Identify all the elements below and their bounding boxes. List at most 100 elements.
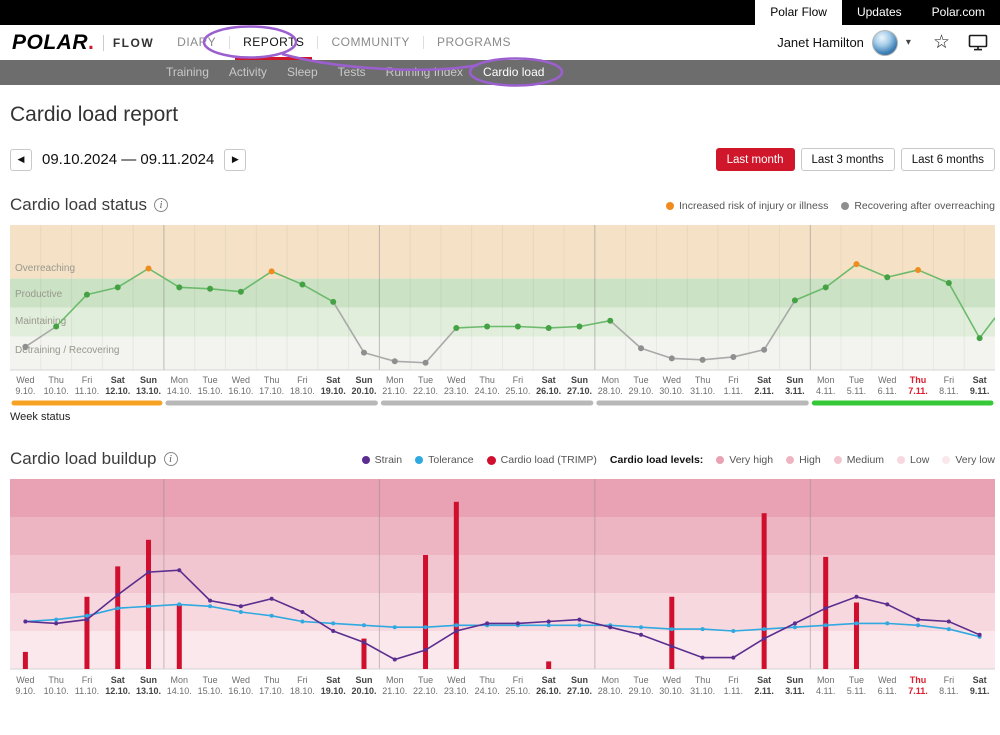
prev-period-button[interactable]: ◀ [10, 149, 32, 171]
svg-text:Mon: Mon [171, 375, 189, 385]
legend-item-tolerance: Tolerance [415, 454, 474, 466]
low-legend-dot [897, 456, 905, 464]
topbar-tab-updates[interactable]: Updates [842, 0, 917, 25]
cardio-load-status-chart[interactable]: OverreachingProductiveMaintainingDetrain… [10, 225, 995, 408]
subnav-cardio-load[interactable]: Cardio load [473, 60, 554, 85]
svg-text:29.10.: 29.10. [629, 386, 654, 396]
info-icon[interactable]: i [154, 198, 168, 212]
legend-label: Very low [955, 454, 995, 466]
nav-reports[interactable]: REPORTS [230, 25, 317, 60]
strain-legend-dot [362, 456, 370, 464]
svg-text:Productive: Productive [15, 289, 63, 300]
svg-text:3.11.: 3.11. [785, 386, 805, 396]
tolerance-legend-dot [415, 456, 423, 464]
svg-text:30.10.: 30.10. [659, 686, 684, 696]
svg-text:Tue: Tue [633, 375, 648, 385]
next-period-button[interactable]: ▶ [224, 149, 246, 171]
status-section-header: Cardio load status i Increased risk of i… [10, 195, 995, 215]
svg-text:19.10.: 19.10. [321, 686, 346, 696]
svg-text:Sat: Sat [757, 675, 771, 685]
svg-text:Sat: Sat [111, 375, 125, 385]
svg-text:Thu: Thu [479, 375, 495, 385]
polar-logo[interactable]: POLAR. FLOW [12, 31, 154, 55]
svg-text:12.10.: 12.10. [105, 686, 130, 696]
subnav-activity[interactable]: Activity [219, 60, 277, 85]
subnav-sleep[interactable]: Sleep [277, 60, 328, 85]
high-legend-dot [786, 456, 794, 464]
very-low-legend-dot [942, 456, 950, 464]
info-icon[interactable]: i [164, 452, 178, 466]
nav-community[interactable]: COMMUNITY [318, 25, 423, 60]
legend-item-trimp: Cardio load (TRIMP) [487, 454, 597, 466]
svg-text:6.11.: 6.11. [878, 386, 897, 396]
svg-text:Mon: Mon [601, 675, 619, 685]
svg-text:Sun: Sun [140, 675, 157, 685]
svg-text:20.10.: 20.10. [351, 686, 376, 696]
svg-text:Tue: Tue [633, 675, 648, 685]
svg-text:1.11.: 1.11. [724, 386, 743, 396]
svg-text:22.10.: 22.10. [413, 386, 438, 396]
svg-text:28.10.: 28.10. [598, 386, 623, 396]
logo-product-text: FLOW [113, 36, 154, 50]
svg-text:2.11.: 2.11. [754, 386, 774, 396]
period-last-month-button[interactable]: Last month [716, 148, 795, 171]
main-nav: DIARY REPORTS COMMUNITY PROGRAMS [164, 25, 524, 60]
recovering-legend-dot [841, 202, 849, 210]
svg-text:17.10.: 17.10. [259, 386, 284, 396]
period-last-3-months-button[interactable]: Last 3 months [801, 148, 895, 171]
svg-text:21.10.: 21.10. [382, 386, 407, 396]
svg-text:Mon: Mon [386, 375, 404, 385]
svg-text:Thu: Thu [479, 675, 495, 685]
cardio-load-buildup-chart[interactable]: Wed9.10.Thu10.10.Fri11.10.Sat12.10.Sun13… [10, 479, 995, 698]
svg-text:Sun: Sun [355, 675, 372, 685]
nav-diary[interactable]: DIARY [164, 25, 229, 60]
caret-down-icon[interactable]: ▾ [906, 37, 911, 48]
avatar[interactable] [872, 30, 898, 56]
svg-text:18.10.: 18.10. [290, 386, 315, 396]
subnav-running-index[interactable]: Running Index [376, 60, 473, 85]
svg-text:Fri: Fri [944, 375, 955, 385]
svg-text:Sun: Sun [355, 375, 372, 385]
svg-text:15.10.: 15.10. [198, 386, 223, 396]
very-high-legend-dot [716, 456, 724, 464]
nav-programs[interactable]: PROGRAMS [424, 25, 524, 60]
status-legend: Increased risk of injury or illness Reco… [666, 200, 995, 215]
topbar-tab-polar-flow[interactable]: Polar Flow [755, 0, 842, 25]
svg-text:4.11.: 4.11. [816, 686, 835, 696]
svg-text:30.10.: 30.10. [659, 386, 684, 396]
svg-text:3.11.: 3.11. [785, 686, 805, 696]
star-icon[interactable]: ☆ [933, 33, 950, 52]
page-title: Cardio load report [10, 103, 995, 127]
legend-label: Increased risk of injury or illness [679, 200, 828, 212]
svg-text:8.11.: 8.11. [939, 686, 958, 696]
svg-text:Fri: Fri [82, 675, 93, 685]
subnav-training[interactable]: Training [156, 60, 219, 85]
period-last-6-months-button[interactable]: Last 6 months [901, 148, 995, 171]
monitor-icon[interactable] [968, 34, 988, 51]
svg-text:Fri: Fri [513, 375, 524, 385]
svg-text:Mon: Mon [601, 375, 619, 385]
topbar-tab-polar-com[interactable]: Polar.com [917, 0, 1000, 25]
report-content: Cardio load report ◀ 09.10.2024 — 09.11.… [0, 103, 1000, 698]
svg-text:Detraining / Recovering: Detraining / Recovering [15, 345, 120, 356]
svg-text:16.10.: 16.10. [228, 386, 253, 396]
svg-text:Tue: Tue [202, 375, 217, 385]
svg-text:Sun: Sun [786, 675, 803, 685]
buildup-section-title: Cardio load buildup [10, 449, 157, 469]
subnav-tests[interactable]: Tests [328, 60, 376, 85]
svg-text:5.11.: 5.11. [847, 386, 866, 396]
legend-item-very-low: Very low [942, 454, 995, 466]
header-user-area: Janet Hamilton ▾ ☆ [777, 30, 988, 56]
svg-text:26.10.: 26.10. [536, 386, 561, 396]
legend-label: Medium [847, 454, 884, 466]
trimp-legend-dot [487, 456, 496, 465]
svg-text:Thu: Thu [910, 375, 927, 385]
svg-text:Wed: Wed [16, 675, 34, 685]
user-name[interactable]: Janet Hamilton [777, 35, 864, 50]
medium-legend-dot [834, 456, 842, 464]
legend-item-strain: Strain [362, 454, 402, 466]
svg-text:Sat: Sat [542, 675, 556, 685]
svg-text:Sat: Sat [973, 675, 987, 685]
legend-label: Very high [729, 454, 773, 466]
svg-text:Thu: Thu [695, 375, 711, 385]
